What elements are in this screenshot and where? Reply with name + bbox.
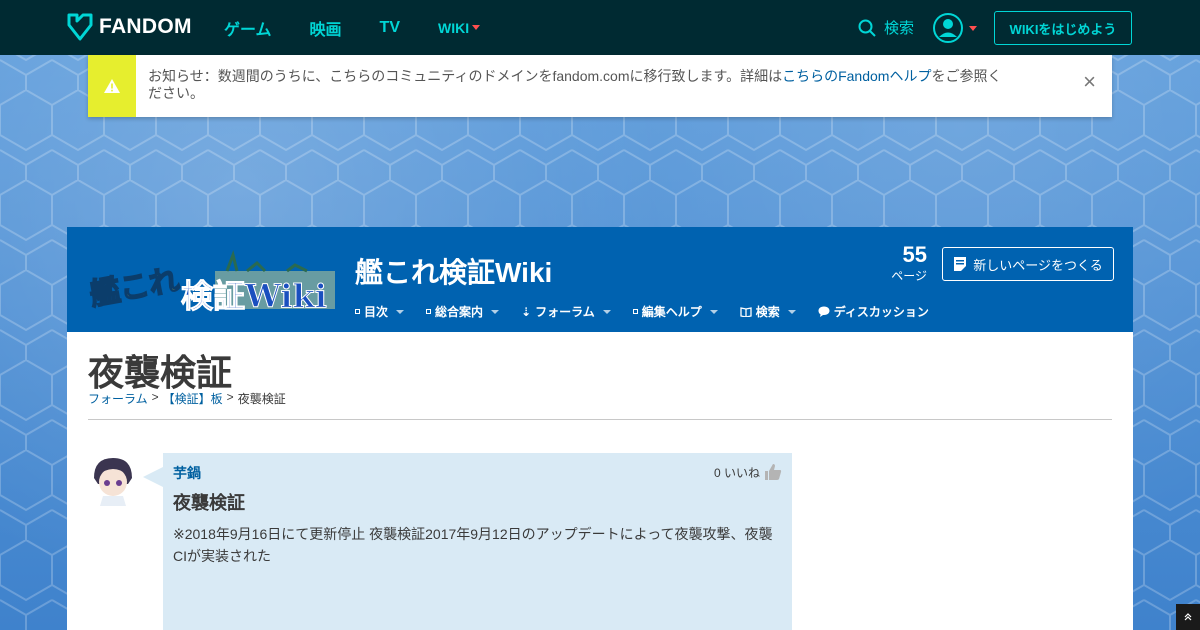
info-icon: [426, 309, 432, 314]
new-page-button[interactable]: 新しいページをつくる: [942, 247, 1114, 281]
wiki-nav-discussions-label: ディスカッション: [833, 305, 929, 319]
warning-icon: [104, 79, 120, 93]
global-nav-links: ゲーム 映画 TV WIKI: [224, 0, 518, 55]
notice-icon-panel: [88, 55, 136, 117]
post-likes-count: 0 いいね: [713, 465, 760, 480]
help-icon: [632, 309, 638, 314]
notice-help-link[interactable]: こちらのFandomヘルプ: [782, 68, 931, 84]
user-avatar-icon: [933, 13, 963, 43]
chevron-down-icon: [969, 25, 977, 31]
post-likes: 0 いいね: [714, 463, 782, 481]
wiki-nav-edit-help-label: 編集ヘルプ: [641, 305, 702, 319]
page-count-number: 55: [902, 242, 927, 267]
wiki-header: 艦これ 検証Wiki 艦これ検証Wiki 55 ページ 新しいページをつくる 目…: [67, 227, 1133, 332]
nav-link-wiki[interactable]: WIKI: [438, 19, 481, 36]
page-content: 夜襲検証 フォーラム > 【検証】板 > 夜襲検証 芋鍋 0 いいね 夜襲検証 …: [67, 332, 1133, 630]
breadcrumb-separator: >: [226, 390, 234, 404]
new-page-label: 新しいページをつくる: [973, 257, 1103, 273]
chevron-down-icon: [787, 309, 796, 314]
close-icon[interactable]: ×: [1083, 69, 1096, 95]
list-icon: [355, 309, 360, 314]
user-menu[interactable]: [932, 12, 977, 44]
chevron-up-icon: [1184, 613, 1192, 621]
breadcrumb-current: 夜襲検証: [237, 392, 286, 406]
breadcrumb-separator: >: [151, 390, 159, 404]
notice-text: お知らせ：数週間のうちに、こちらのコミュニティのドメインをfandom.comに…: [136, 55, 1066, 117]
search-icon: [858, 19, 876, 37]
post-body: ※2018年9月16日にて更新停止 夜襲検証2017年9月12日のアップデートに…: [173, 526, 773, 564]
wiki-nav-guide[interactable]: 総合案内: [426, 303, 500, 320]
wiki-nav-guide-label: 総合案内: [435, 305, 484, 319]
forum-post: 芋鍋 0 いいね 夜襲検証 ※2018年9月16日にて更新停止 夜襲検証2017…: [163, 453, 792, 630]
fandom-wordmark: FANDOM: [99, 15, 192, 38]
wiki-nav-contents[interactable]: 目次: [355, 303, 405, 320]
nav-link-movies[interactable]: 映画: [310, 16, 342, 40]
wiki-name[interactable]: 艦これ検証Wiki: [355, 251, 552, 291]
wiki-nav-edit-help[interactable]: 編集ヘルプ: [632, 303, 718, 320]
post-pointer: [143, 467, 163, 487]
chevron-down-icon: [472, 25, 481, 30]
breadcrumb: フォーラム > 【検証】板 > 夜襲検証: [88, 390, 286, 407]
thumbs-up-icon[interactable]: [764, 463, 782, 481]
wiki-nav-search-label: 検索: [755, 305, 780, 319]
new-page-icon: [954, 257, 967, 271]
breadcrumb-board[interactable]: 【検証】板: [163, 390, 223, 407]
chevron-down-icon: [709, 309, 718, 314]
post-title: 夜襲検証: [173, 493, 245, 513]
wiki-nav: 目次 総合案内 ⇣ フォーラム 編集ヘルプ 検索 ディスカッション: [355, 303, 951, 320]
title-divider: [88, 419, 1112, 420]
search-label: 検索: [884, 20, 915, 37]
nav-link-games[interactable]: ゲーム: [224, 16, 272, 40]
post-author[interactable]: 芋鍋: [173, 463, 782, 483]
wordmark-kensho-wiki: 検証Wiki: [181, 277, 327, 313]
start-wiki-button[interactable]: WIKIをはじめよう: [994, 11, 1132, 45]
fandom-heart-icon: [67, 13, 93, 41]
speech-bubble-icon: [818, 306, 830, 317]
wiki-nav-discussions[interactable]: ディスカッション: [818, 303, 929, 320]
fandom-logo[interactable]: FANDOM: [67, 13, 192, 41]
page-count-label: ページ: [891, 269, 927, 283]
global-search[interactable]: 検索: [858, 17, 914, 38]
wiki-nav-contents-label: 目次: [364, 305, 389, 319]
wiki-nav-forum[interactable]: ⇣ フォーラム: [521, 303, 611, 320]
wordmark-kancolle: 艦これ: [87, 263, 182, 313]
chevron-down-icon: [491, 309, 500, 314]
wiki-nav-forum-label: フォーラム: [535, 305, 595, 319]
author-avatar[interactable]: [88, 454, 138, 506]
wiki-nav-search[interactable]: 検索: [740, 303, 796, 320]
page-count: 55 ページ: [887, 243, 927, 284]
chevron-down-icon: [602, 309, 611, 314]
domain-migration-notice: お知らせ：数週間のうちに、こちらのコミュニティのドメインをfandom.comに…: [88, 55, 1112, 117]
wiki-wordmark-logo[interactable]: 艦これ 検証Wiki: [87, 243, 337, 313]
book-icon: [740, 306, 752, 317]
nav-link-wiki-label: WIKI: [438, 19, 470, 36]
notice-text-prefix: お知らせ：数週間のうちに、こちらのコミュニティのドメインをfandom.comに…: [148, 68, 783, 84]
scroll-to-top-button[interactable]: [1176, 604, 1200, 630]
chevron-down-icon: [396, 309, 405, 314]
forum-icon: ⇣: [521, 304, 532, 319]
page-title: 夜襲検証: [88, 352, 233, 393]
global-nav: FANDOM ゲーム 映画 TV WIKI 検索 WIKIをはじめよう: [0, 0, 1200, 55]
breadcrumb-forum[interactable]: フォーラム: [88, 390, 148, 407]
nav-link-tv[interactable]: TV: [380, 19, 400, 37]
